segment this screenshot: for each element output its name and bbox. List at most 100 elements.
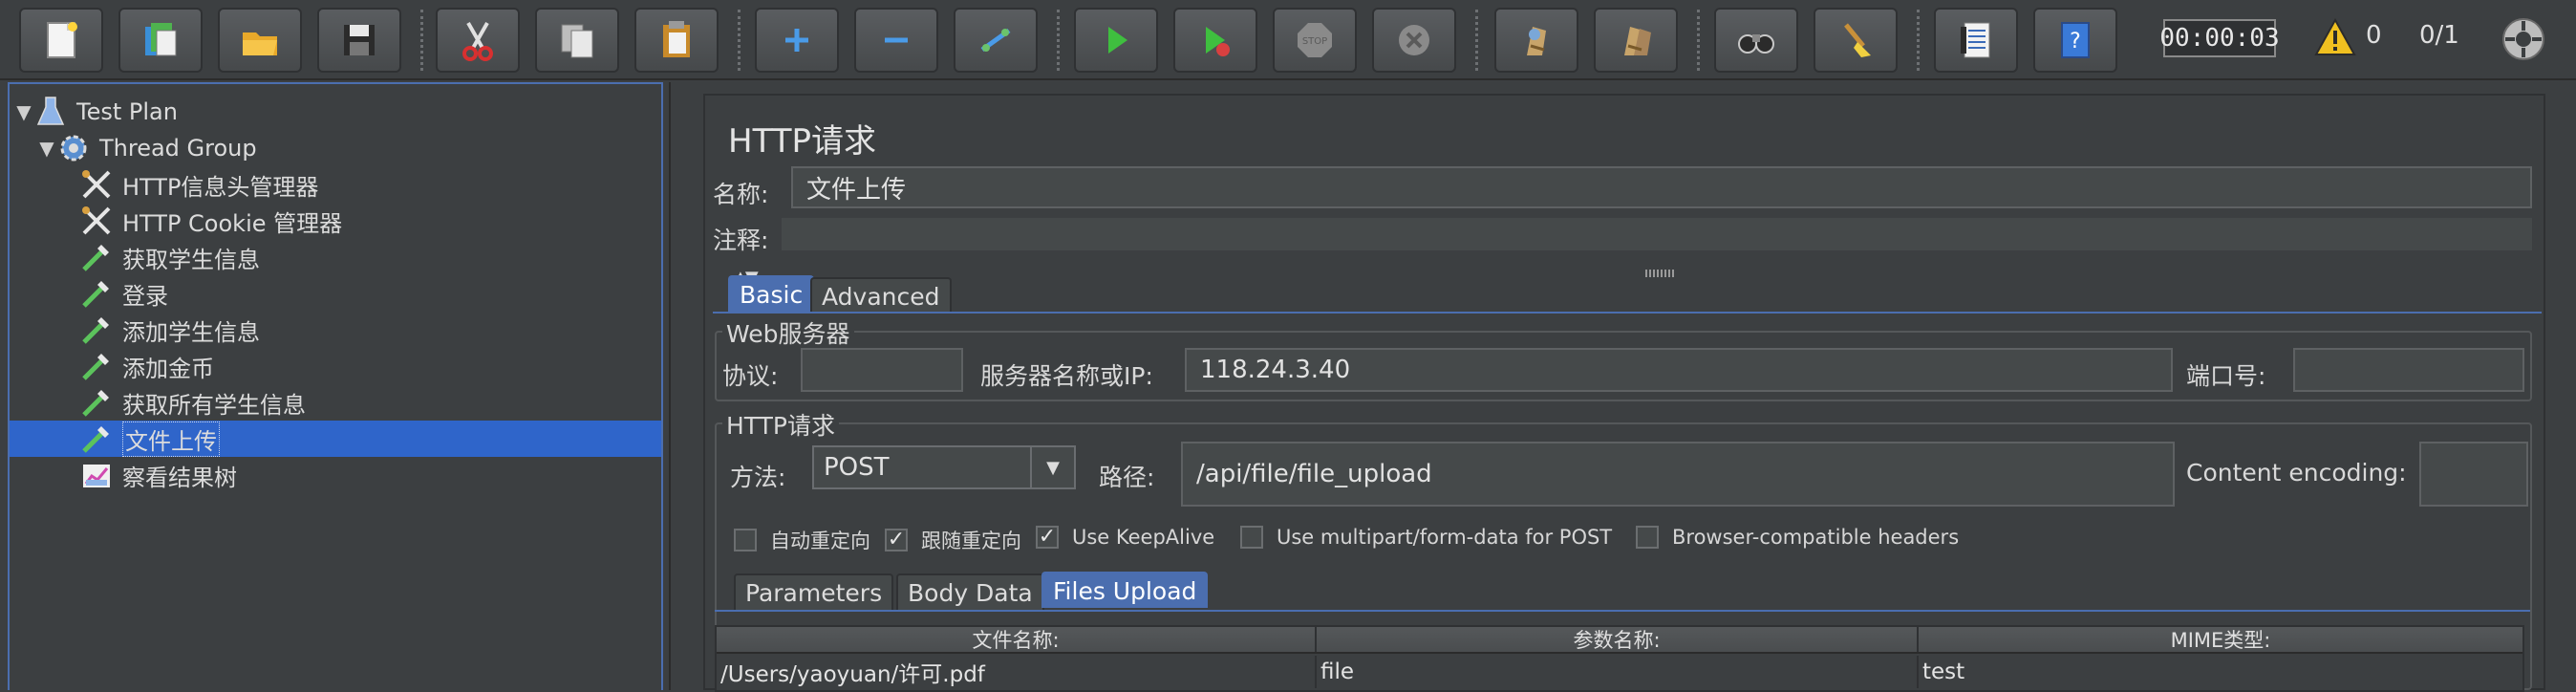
- copy-button[interactable]: [535, 8, 619, 73]
- paste-button[interactable]: [634, 8, 719, 73]
- cell-file-name[interactable]: /Users/yaoyuan/许可.pdf: [717, 656, 1317, 688]
- column-header-file-name[interactable]: 文件名称:: [717, 627, 1317, 652]
- multipart-checkbox[interactable]: Use multipart/form-data for POST: [1240, 526, 1612, 549]
- name-field[interactable]: 文件上传: [791, 166, 2532, 208]
- reset-search-icon: [1844, 23, 1871, 57]
- save-button[interactable]: [317, 8, 401, 73]
- table-row[interactable]: /Users/yaoyuan/许可.pdf file test: [717, 656, 2522, 688]
- cut-button[interactable]: [436, 8, 520, 73]
- shutdown-icon: [1399, 25, 1429, 55]
- expand-toggle-icon[interactable]: ▼: [36, 137, 57, 160]
- keepalive-checkbox[interactable]: ✓ Use KeepAlive: [1036, 526, 1214, 549]
- cell-param-name[interactable]: file: [1317, 656, 1919, 688]
- sampler-icon: [82, 245, 109, 271]
- tree-item-test-plan[interactable]: ▼ Test Plan: [10, 94, 661, 130]
- new-icon: [47, 22, 77, 58]
- search-button[interactable]: [1714, 8, 1798, 73]
- tree-item-cookie-manager[interactable]: HTTP Cookie 管理器: [10, 203, 661, 239]
- toolbar-separator: [738, 10, 741, 71]
- templates-button[interactable]: [118, 8, 203, 73]
- warning-icon[interactable]: [2314, 17, 2356, 57]
- tree-item-sampler[interactable]: 添加学生信息: [10, 312, 661, 348]
- clear-all-button[interactable]: [1594, 8, 1678, 73]
- clear-button[interactable]: [1494, 8, 1578, 73]
- search-icon: [1738, 34, 1774, 54]
- checkbox-label: 跟随重定向: [921, 530, 1021, 552]
- checkbox-label: Browser-compatible headers: [1672, 526, 1960, 549]
- comment-field[interactable]: [782, 218, 2532, 250]
- tree-item-label: 察看结果树: [122, 464, 237, 491]
- tab-files-upload[interactable]: Files Upload: [1041, 572, 1209, 608]
- tree-item-results-tree[interactable]: 察看结果树: [10, 457, 661, 493]
- toggle-button[interactable]: [954, 8, 1038, 73]
- tree-item-thread-group[interactable]: ▼ Thread Group: [10, 130, 661, 166]
- toolbar-separator: [1475, 10, 1478, 71]
- toolbar-separator: [1697, 10, 1700, 71]
- tree-item-sampler[interactable]: 登录: [10, 275, 661, 312]
- port-field[interactable]: [2293, 348, 2524, 392]
- reset-search-button[interactable]: [1814, 8, 1898, 73]
- tab-parameters[interactable]: Parameters: [734, 573, 894, 610]
- browser-headers-checkbox[interactable]: Browser-compatible headers: [1636, 526, 1959, 549]
- protocol-field[interactable]: [801, 348, 963, 392]
- page-title: HTTP请求: [728, 122, 877, 161]
- chevron-down-icon[interactable]: ▼: [1030, 447, 1074, 487]
- copy-icon: [561, 24, 593, 58]
- checkbox-box[interactable]: [1240, 526, 1263, 549]
- config-icon: [82, 170, 111, 199]
- stop-button[interactable]: STOP: [1273, 8, 1357, 73]
- content-encoding-field[interactable]: [2419, 442, 2528, 507]
- config-icon: [82, 206, 111, 235]
- new-button[interactable]: [19, 8, 103, 73]
- start-button[interactable]: [1074, 8, 1158, 73]
- shutdown-button[interactable]: [1372, 8, 1456, 73]
- tree-item-label: 添加金币: [122, 355, 214, 382]
- column-header-mime-type[interactable]: MIME类型:: [1919, 627, 2522, 652]
- checkbox-label: Use multipart/form-data for POST: [1277, 526, 1613, 549]
- toolbar: STOP ? 00:00:03 0 0/1: [0, 0, 2576, 80]
- method-select[interactable]: POST ▼: [812, 445, 1076, 489]
- expand-all-button[interactable]: [755, 8, 839, 73]
- active-threads: 0/1: [2419, 21, 2459, 50]
- tab-body-data[interactable]: Body Data: [896, 573, 1044, 610]
- tree-item-label: HTTP Cookie 管理器: [122, 209, 343, 237]
- column-header-param-name[interactable]: 参数名称:: [1317, 627, 1919, 652]
- files-upload-table[interactable]: 文件名称: 参数名称: MIME类型: /Users/yaoyuan/许可.pd…: [715, 625, 2524, 692]
- templates-icon: [145, 23, 177, 56]
- checkbox-label: 自动重定向: [770, 530, 870, 552]
- tree-item-sampler[interactable]: 获取学生信息: [10, 239, 661, 275]
- tree-item-sampler[interactable]: 获取所有学生信息: [10, 384, 661, 421]
- server-field[interactable]: 118.24.3.40: [1185, 348, 2173, 392]
- save-icon: [344, 25, 375, 55]
- follow-redirect-checkbox[interactable]: ✓ 跟随重定向: [885, 526, 1021, 554]
- resize-grip-icon[interactable]: [1645, 270, 1674, 277]
- checkbox-label: Use KeepAlive: [1072, 526, 1215, 549]
- checkbox-box[interactable]: [734, 529, 757, 551]
- sampler-icon: [82, 426, 109, 453]
- tree-item-file-upload[interactable]: 文件上传: [10, 421, 661, 457]
- start-no-pause-icon: [1206, 27, 1230, 56]
- tree-item-label: 添加学生信息: [122, 318, 260, 346]
- checkbox-box[interactable]: [1636, 526, 1659, 549]
- cell-mime-type[interactable]: test: [1919, 656, 2522, 688]
- collapse-all-button[interactable]: [854, 8, 938, 73]
- tab-advanced[interactable]: Advanced: [810, 277, 952, 314]
- function-helper-button[interactable]: [1934, 8, 2018, 73]
- help-button[interactable]: ?: [2033, 8, 2117, 73]
- split-pane-divider[interactable]: [669, 82, 680, 690]
- path-field[interactable]: /api/file/file_upload: [1181, 442, 2175, 507]
- start-no-pauses-button[interactable]: [1173, 8, 1257, 73]
- path-label: 路径:: [1099, 464, 1155, 491]
- tree-item-sampler[interactable]: 添加金币: [10, 348, 661, 384]
- open-button[interactable]: [218, 8, 302, 73]
- test-plan-tree[interactable]: ▼ Test Plan ▼ Thread Group HTTP信息头管理器 HT…: [8, 82, 663, 690]
- tree-item-label: HTTP信息头管理器: [122, 173, 319, 201]
- tab-basic[interactable]: Basic: [728, 275, 815, 312]
- expand-toggle-icon[interactable]: ▼: [13, 100, 34, 123]
- tree-item-header-manager[interactable]: HTTP信息头管理器: [10, 166, 661, 203]
- auto-redirect-checkbox[interactable]: 自动重定向: [734, 526, 870, 554]
- checkmark-icon[interactable]: ✓: [1036, 526, 1059, 549]
- content-encoding-label: Content encoding:: [2186, 459, 2407, 487]
- remote-start-icon[interactable]: [2500, 15, 2547, 63]
- checkmark-icon[interactable]: ✓: [885, 529, 908, 551]
